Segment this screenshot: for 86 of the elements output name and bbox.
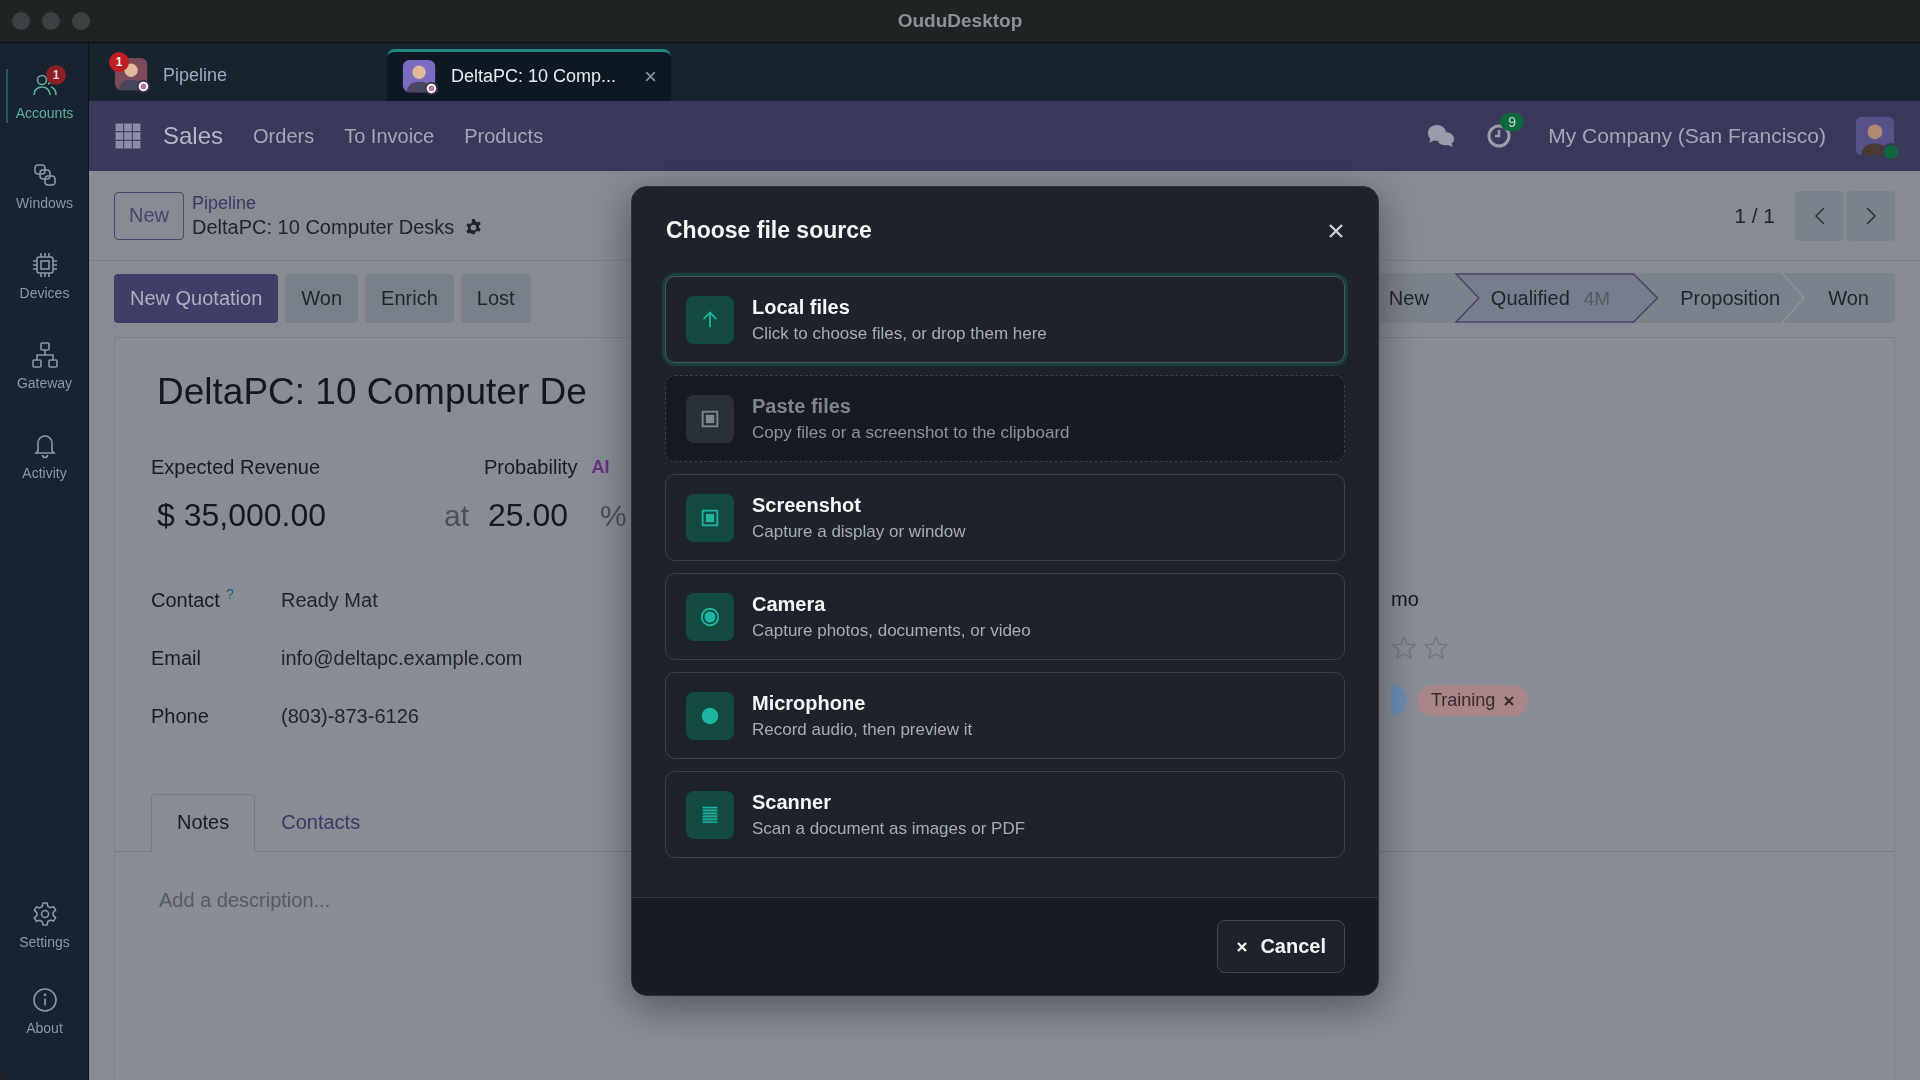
network-icon — [30, 341, 59, 369]
sidebar-item[interactable]: Settings — [0, 892, 89, 958]
option-description: Capture photos, documents, or video — [752, 620, 1031, 641]
option-description: Click to choose files, or drop them here — [752, 323, 1047, 344]
tab[interactable]: DeltaPC: 10 Comp... — [387, 49, 671, 101]
tab[interactable]: Notes — [151, 793, 256, 852]
notification-badge: 1 — [109, 52, 129, 72]
source-option[interactable]: Scanner Scan a document as images or PDF — [665, 771, 1345, 858]
sidebar-item[interactable]: Windows — [0, 153, 89, 219]
revenue-value: $ 35,000.00 — [157, 497, 328, 534]
close-icon[interactable] — [1328, 222, 1344, 239]
pager-count: 1 / 1 — [1734, 203, 1775, 228]
notification-badge: 9 — [1500, 113, 1525, 131]
probability-value: 25.00 — [488, 497, 570, 534]
menu-item[interactable]: Products — [464, 124, 544, 148]
notification-badge: 1 — [46, 65, 66, 85]
star-icon[interactable] — [1391, 635, 1417, 661]
document-icon — [686, 790, 734, 839]
settings-icon — [30, 900, 59, 928]
sidebar-item[interactable]: Devices — [0, 243, 89, 309]
field-label: Contact $^{?}$ — [151, 586, 235, 612]
menu-item[interactable]: To Invoice — [344, 124, 435, 148]
avatar-icon — [401, 57, 439, 96]
sidebar-item[interactable]: Activity — [0, 423, 89, 489]
option-title: Camera — [752, 592, 827, 616]
action-button[interactable]: Lost — [460, 273, 531, 323]
chat-icon[interactable] — [1426, 123, 1457, 149]
option-description: Copy files or a screenshot to the clipboard — [752, 422, 1070, 443]
option-description: Capture a display or window — [752, 521, 966, 542]
sidebar-item[interactable]: Gateway — [0, 333, 89, 399]
sidebar-item[interactable]: 1 Accounts — [0, 63, 89, 129]
dialog-title: Choose file source — [666, 217, 872, 244]
field-value: Ready Mat — [281, 588, 378, 612]
app-name[interactable]: Sales — [163, 122, 224, 150]
company-name[interactable]: My Company (San Francisco) — [1548, 124, 1826, 148]
action-button[interactable]: Enrich — [365, 273, 454, 323]
field-value: info@deltapc.example.com — [281, 646, 523, 670]
window-title: OuduDesktop — [897, 10, 1023, 32]
sidebar-item[interactable]: About — [0, 978, 89, 1044]
source-option[interactable]: Camera Capture photos, documents, or video — [665, 573, 1345, 660]
option-title: Microphone — [752, 691, 867, 715]
square-icon — [686, 394, 734, 443]
tab[interactable]: 1 Pipeline — [99, 49, 383, 101]
action-button[interactable]: Won — [285, 273, 359, 323]
source-option[interactable]: Local files Click to choose files, or drop them here — [665, 276, 1345, 363]
source-option[interactable]: Microphone Record audio, then preview it — [665, 672, 1345, 759]
square-icon — [686, 493, 734, 542]
info-icon — [30, 986, 59, 1014]
source-option[interactable]: Screenshot Capture a display or window — [665, 474, 1345, 561]
cancel-button[interactable]: Cancel — [1217, 920, 1345, 973]
chip-icon — [30, 251, 59, 279]
record-icon — [686, 592, 734, 641]
field-value: (803)-873-6126 — [281, 704, 419, 728]
stage-step[interactable]: New — [1366, 273, 1455, 323]
field-value: mo — [1391, 588, 1420, 611]
close-icon — [1236, 940, 1249, 953]
stage-step[interactable]: Won — [1806, 273, 1895, 323]
avatar-icon[interactable] — [1856, 117, 1894, 155]
option-title: Local files — [752, 295, 851, 319]
option-title: Screenshot — [752, 493, 862, 517]
field-label: Probability — [484, 456, 578, 479]
tab[interactable]: Contacts — [255, 793, 387, 852]
tag: Training — [1417, 685, 1530, 716]
record-title: DeltaPC: 10 Computer De — [157, 370, 587, 414]
remove-icon[interactable] — [1503, 694, 1516, 707]
field-label: Email — [151, 646, 202, 670]
breadcrumb-link[interactable]: Pipeline — [192, 192, 484, 214]
apps-icon[interactable] — [115, 123, 141, 149]
chevron-right-icon — [1864, 205, 1877, 226]
menu-item[interactable]: Orders — [253, 124, 315, 148]
close-icon[interactable] — [644, 70, 657, 83]
record-name: DeltaPC: 10 Computer Desks — [192, 215, 455, 239]
star-icon[interactable] — [1423, 635, 1449, 661]
at-label: at — [444, 499, 471, 533]
option-description: Record audio, then preview it — [752, 719, 973, 740]
chevron-left-icon — [1813, 205, 1826, 226]
field-label: Phone — [151, 704, 210, 728]
upload-icon — [686, 295, 734, 344]
field-label: Expected Revenue — [151, 456, 321, 479]
option-description: Scan a document as images or PDF — [752, 818, 1026, 839]
primary-button[interactable]: New Quotation — [114, 273, 279, 323]
gear-icon[interactable] — [464, 217, 484, 237]
option-title: Paste files — [752, 394, 852, 418]
stage-step[interactable]: Proposition — [1658, 273, 1807, 323]
option-title: Scanner — [752, 790, 832, 814]
percent-sign: % — [600, 499, 627, 533]
